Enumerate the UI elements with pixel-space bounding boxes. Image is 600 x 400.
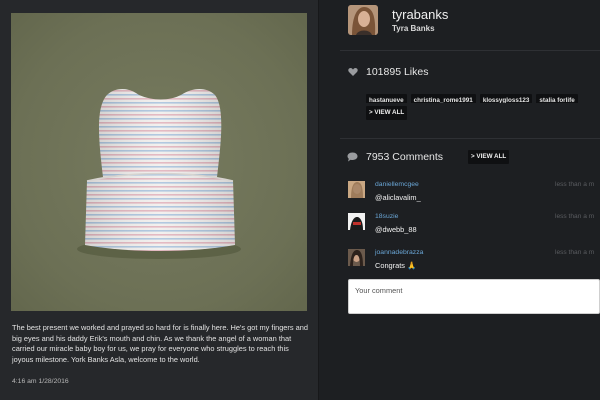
liker-tag[interactable]: stalia forlife <box>536 94 578 103</box>
profile-avatar[interactable] <box>348 5 378 35</box>
panel-divider <box>318 0 319 400</box>
comment-time: less than a m <box>555 213 595 220</box>
view-all-comments-button[interactable]: > VIEW ALL <box>468 150 510 164</box>
commenter-username[interactable]: 18suzie <box>375 213 398 220</box>
likers-list: hastanueve christina_rome1991 klossygloss1… <box>366 89 600 103</box>
comments-count: 7953 Comments <box>366 151 444 163</box>
comment-time: less than a m <box>555 249 595 256</box>
profile-full-name: Tyra Banks <box>392 24 435 33</box>
likes-count: 101895 Likes <box>366 66 429 78</box>
comment-text: Congrats 🙏 <box>375 261 417 270</box>
comment-text: @aliclavalim_ <box>375 193 421 202</box>
liker-tag[interactable]: christina_rome1991 <box>410 94 476 103</box>
commenter-avatar[interactable] <box>348 181 365 198</box>
commenter-avatar[interactable] <box>348 213 365 230</box>
comment-item: daniellemcgee less than a m @aliclavalim… <box>348 181 600 209</box>
heart-icon <box>348 68 358 76</box>
profile-username[interactable]: tyrabanks <box>392 7 448 22</box>
liker-tag[interactable]: hastanueve <box>366 94 407 103</box>
comment-input[interactable] <box>348 279 600 314</box>
post-photo[interactable] <box>11 13 307 311</box>
likes-divider <box>340 138 600 139</box>
baby-hat-image <box>77 89 241 259</box>
liker-tag[interactable]: klossygloss123 <box>479 94 533 103</box>
commenter-username[interactable]: daniellemcgee <box>375 181 419 188</box>
header-divider <box>340 50 600 51</box>
comment-item: joannadebrazza less than a m Congrats 🙏 <box>348 249 600 277</box>
post-timestamp: 4:16 am 1/28/2016 <box>12 378 69 385</box>
commenter-avatar[interactable] <box>348 249 365 266</box>
post-caption: The best present we worked and prayed so… <box>12 323 308 364</box>
comment-time: less than a m <box>555 181 595 188</box>
comment-text: @dwebb_88 <box>375 225 417 234</box>
speech-bubble-icon <box>347 152 358 162</box>
comment-item: 18suzie less than a m @dwebb_88 <box>348 213 600 241</box>
view-all-likes-button[interactable]: > VIEW ALL <box>366 106 408 120</box>
commenter-username[interactable]: joannadebrazza <box>375 249 423 256</box>
